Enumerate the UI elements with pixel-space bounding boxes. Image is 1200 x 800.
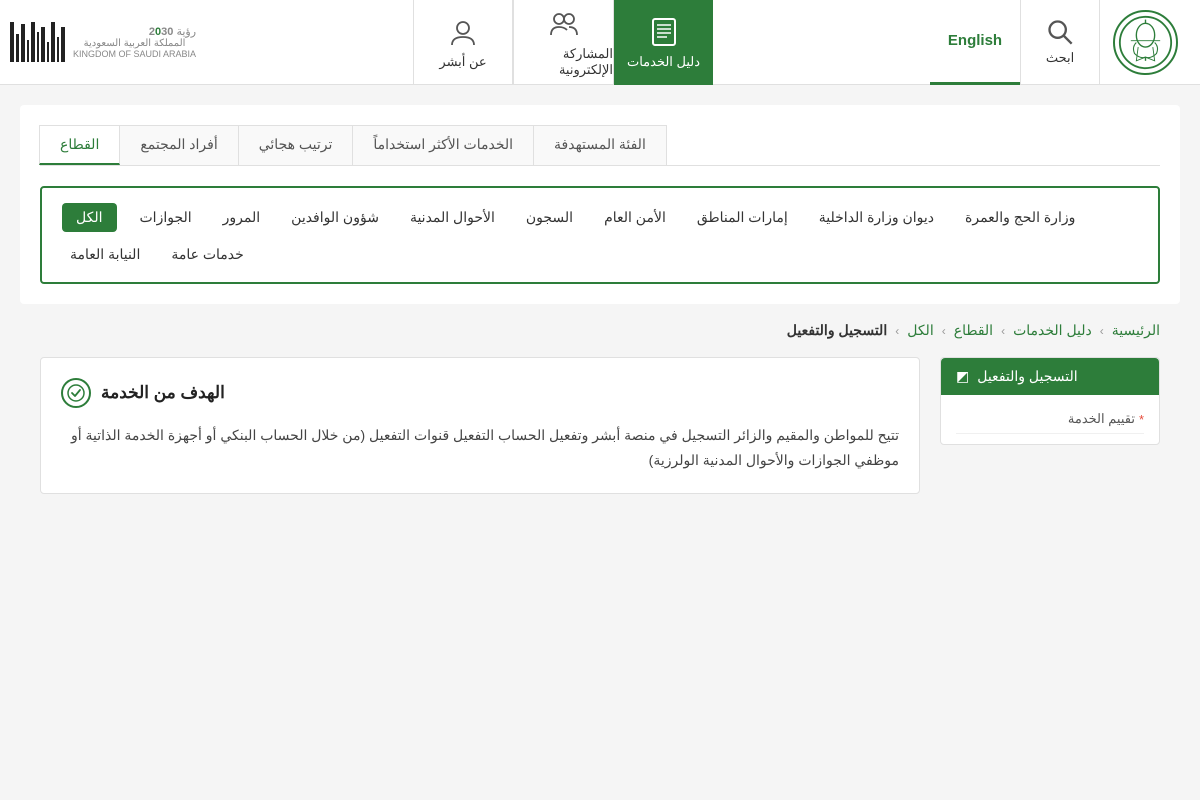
government-logo bbox=[1113, 10, 1178, 75]
cat-jawazat[interactable]: الجوازات bbox=[132, 205, 200, 230]
service-title-icon bbox=[61, 378, 91, 408]
service-section: التسجيل والتفعيل ◩ * تقييم الخدمة الهدف … bbox=[20, 357, 1180, 514]
filter-tab-tartib[interactable]: ترتيب هجائي bbox=[238, 125, 354, 165]
breadcrumb-sep-4: › bbox=[895, 324, 899, 338]
search-label: ابحث bbox=[1046, 50, 1074, 66]
people-icon bbox=[546, 6, 582, 42]
filter-tab-qita3[interactable]: القطاع bbox=[39, 125, 120, 165]
cat-khadamat[interactable]: خدمات عامة bbox=[163, 242, 251, 267]
sidebar-sub-label: * تقييم الخدمة bbox=[956, 405, 1144, 434]
main-header: ابحث English دليل الخدمات bbox=[0, 0, 1200, 85]
sidebar-title-icon: ◩ bbox=[956, 368, 969, 385]
id-icon bbox=[445, 14, 481, 50]
cat-imaraat[interactable]: إمارات المناطق bbox=[689, 205, 796, 230]
nav-musharaka[interactable]: المشاركة الإلكترونية bbox=[513, 0, 613, 85]
cat-shu2oon[interactable]: شؤون الوافدين bbox=[283, 205, 387, 230]
breadcrumb-daleel[interactable]: دليل الخدمات bbox=[1013, 322, 1092, 339]
cat-amn[interactable]: الأمن العام bbox=[596, 205, 674, 230]
cat-niyaba[interactable]: النيابة العامة bbox=[62, 242, 148, 267]
breadcrumb-sep-3: › bbox=[942, 324, 946, 338]
service-main-title: الهدف من الخدمة bbox=[101, 383, 225, 403]
service-main: الهدف من الخدمة تتيح للمواطن والمقيم وال… bbox=[40, 357, 920, 494]
cat-hajj[interactable]: وزارة الحج والعمرة bbox=[957, 205, 1083, 230]
search-button[interactable]: ابحث bbox=[1020, 0, 1100, 85]
header-right: ابحث English bbox=[930, 0, 1190, 85]
sidebar-title-text: التسجيل والتفعيل bbox=[977, 368, 1077, 385]
category-row-2: خدمات عامة النيابة العامة bbox=[62, 242, 1138, 267]
service-sidebar-body: * تقييم الخدمة bbox=[941, 395, 1159, 444]
barcode-decoration bbox=[10, 22, 65, 62]
english-button[interactable]: English bbox=[930, 0, 1020, 85]
service-title-row: الهدف من الخدمة bbox=[61, 378, 899, 408]
search-icon bbox=[1046, 18, 1074, 46]
cat-muroor[interactable]: المرور bbox=[215, 205, 269, 230]
breadcrumb-home[interactable]: الرئيسية bbox=[1112, 322, 1160, 339]
vision-country-ar: المملكة العربية السعودية bbox=[73, 38, 196, 49]
service-sidebar: التسجيل والتفعيل ◩ * تقييم الخدمة bbox=[940, 357, 1160, 445]
service-description: تتيح للمواطن والمقيم والزائر التسجيل في … bbox=[61, 423, 899, 473]
filter-tabs: الفئة المستهدفة الخدمات الأكثر استخداماً… bbox=[40, 125, 1160, 166]
cat-sujoon[interactable]: السجون bbox=[518, 205, 581, 230]
category-section: وزارة الحج والعمرة ديوان وزارة الداخلية … bbox=[40, 186, 1160, 284]
sidebar-sub-text: تقييم الخدمة bbox=[1068, 411, 1135, 427]
cat-ahwal[interactable]: الأحوال المدنية bbox=[402, 205, 503, 230]
breadcrumb-sep-2: › bbox=[1001, 324, 1005, 338]
header-nav: دليل الخدمات المشاركة الإلكترونية bbox=[413, 0, 713, 85]
cat-all[interactable]: الكل bbox=[62, 203, 117, 232]
nav-absher-label: عن أبشر bbox=[439, 54, 486, 70]
nav-musharaka-label: المشاركة الإلكترونية bbox=[514, 46, 613, 78]
vision-country-en: KINGDOM OF SAUDI ARABIA bbox=[73, 49, 196, 59]
filter-tab-akthar[interactable]: الخدمات الأكثر استخداماً bbox=[352, 125, 534, 165]
vision-arabic: رؤية 2030 bbox=[73, 25, 196, 38]
filter-tab-afrad[interactable]: أفراد المجتمع bbox=[119, 125, 238, 165]
breadcrumb-all[interactable]: الكل bbox=[907, 322, 934, 339]
breadcrumb-sep-1: › bbox=[1100, 324, 1104, 338]
vision-2030: رؤية 2030 المملكة العربية السعودية KINGD… bbox=[73, 25, 196, 59]
nav-daleel[interactable]: دليل الخدمات bbox=[613, 0, 713, 85]
nav-absher[interactable]: عن أبشر bbox=[413, 0, 513, 85]
book-icon bbox=[646, 14, 682, 50]
service-sidebar-title: التسجيل والتفعيل ◩ bbox=[941, 358, 1159, 395]
filter-tab-fi2a[interactable]: الفئة المستهدفة bbox=[533, 125, 667, 165]
header-left: رؤية 2030 المملكة العربية السعودية KINGD… bbox=[10, 22, 196, 62]
breadcrumb: التسجيل والتفعيل › الكل › القطاع › دليل … bbox=[40, 322, 1160, 339]
star-indicator: * bbox=[1139, 412, 1144, 427]
breadcrumb-current: التسجيل والتفعيل bbox=[787, 322, 887, 339]
breadcrumb-qita3[interactable]: القطاع bbox=[954, 322, 993, 339]
logo-area bbox=[1100, 10, 1190, 75]
tabs-section: الفئة المستهدفة الخدمات الأكثر استخداماً… bbox=[20, 105, 1180, 304]
nav-daleel-label: دليل الخدمات bbox=[627, 54, 700, 70]
main-content: الفئة المستهدفة الخدمات الأكثر استخداماً… bbox=[0, 85, 1200, 534]
category-row-1: وزارة الحج والعمرة ديوان وزارة الداخلية … bbox=[62, 203, 1138, 232]
breadcrumb-section: التسجيل والتفعيل › الكل › القطاع › دليل … bbox=[20, 304, 1180, 357]
cat-diwan[interactable]: ديوان وزارة الداخلية bbox=[811, 205, 942, 230]
